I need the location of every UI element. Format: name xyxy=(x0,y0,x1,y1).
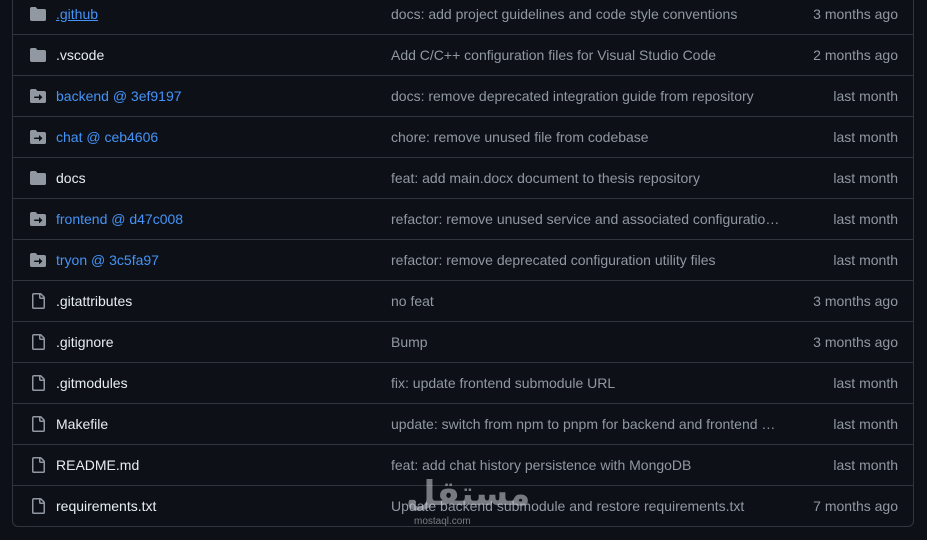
file-name-link[interactable]: .gitignore xyxy=(56,334,391,350)
file-row[interactable]: tryon @ 3c5fa97 refactor: remove deprecat… xyxy=(13,239,913,280)
file-icon xyxy=(30,457,46,473)
file-row[interactable]: Makefile update: switch from npm to pnpm … xyxy=(13,403,913,444)
commit-message-link[interactable]: Bump xyxy=(391,334,781,350)
file-row[interactable]: .gitattributes no feat 3 months ago xyxy=(13,280,913,321)
file-row[interactable]: backend @ 3ef9197 docs: remove deprecated… xyxy=(13,75,913,116)
file-name-link[interactable]: .gitmodules xyxy=(56,375,391,391)
commit-age: last month xyxy=(833,170,898,186)
file-name-link[interactable]: backend @ 3ef9197 xyxy=(56,88,391,104)
folder-icon xyxy=(30,47,46,63)
commit-age: last month xyxy=(833,457,898,473)
file-name-link[interactable]: Makefile xyxy=(56,416,391,432)
commit-age: last month xyxy=(833,211,898,227)
commit-message-link[interactable]: Update backend submodule and restore req… xyxy=(391,498,781,514)
file-name-link[interactable]: requirements.txt xyxy=(56,498,391,514)
file-name-link[interactable]: .github xyxy=(56,6,391,22)
submodule-folder-icon xyxy=(30,88,46,104)
commit-message-link[interactable]: fix: update frontend submodule URL xyxy=(391,375,781,391)
file-name-link[interactable]: docs xyxy=(56,170,391,186)
file-row[interactable]: .gitmodules fix: update frontend submodul… xyxy=(13,362,913,403)
file-name-link[interactable]: frontend @ d47c008 xyxy=(56,211,391,227)
submodule-folder-icon xyxy=(30,129,46,145)
commit-age: 3 months ago xyxy=(813,334,898,350)
file-row[interactable]: .gitignore Bump 3 months ago xyxy=(13,321,913,362)
file-list: .github docs: add project guidelines and … xyxy=(12,0,914,527)
commit-age: last month xyxy=(833,416,898,432)
file-row[interactable]: README.md feat: add chat history persiste… xyxy=(13,444,913,485)
file-row[interactable]: .github docs: add project guidelines and … xyxy=(13,0,913,34)
file-row[interactable]: requirements.txt Update backend submodule… xyxy=(13,485,913,526)
submodule-folder-icon xyxy=(30,252,46,268)
commit-message-link[interactable]: update: switch from npm to pnpm for back… xyxy=(391,416,781,432)
commit-age: last month xyxy=(833,129,898,145)
file-icon xyxy=(30,375,46,391)
file-name-link[interactable]: .gitattributes xyxy=(56,293,391,309)
commit-message-link[interactable]: Add C/C++ configuration files for Visual… xyxy=(391,47,781,63)
file-name-link[interactable]: chat @ ceb4606 xyxy=(56,129,391,145)
commit-message-link[interactable]: refactor: remove deprecated configuratio… xyxy=(391,252,781,268)
commit-age: 3 months ago xyxy=(813,293,898,309)
commit-age: last month xyxy=(833,375,898,391)
commit-message-link[interactable]: feat: add main.docx document to thesis r… xyxy=(391,170,781,186)
file-row[interactable]: frontend @ d47c008 refactor: remove unuse… xyxy=(13,198,913,239)
commit-message-link[interactable]: chore: remove unused file from codebase xyxy=(391,129,781,145)
file-row[interactable]: chat @ ceb4606 chore: remove unused file … xyxy=(13,116,913,157)
commit-age: last month xyxy=(833,88,898,104)
commit-message-link[interactable]: docs: remove deprecated integration guid… xyxy=(391,88,781,104)
commit-message-link[interactable]: refactor: remove unused service and asso… xyxy=(391,211,781,227)
file-icon xyxy=(30,416,46,432)
folder-icon xyxy=(30,6,46,22)
file-icon xyxy=(30,498,46,514)
commit-message-link[interactable]: feat: add chat history persistence with … xyxy=(391,457,781,473)
commit-age: 3 months ago xyxy=(813,6,898,22)
commit-age: 7 months ago xyxy=(813,498,898,514)
commit-age: 2 months ago xyxy=(813,47,898,63)
file-icon xyxy=(30,293,46,309)
submodule-folder-icon xyxy=(30,211,46,227)
file-row[interactable]: docs feat: add main.docx document to thes… xyxy=(13,157,913,198)
file-name-link[interactable]: README.md xyxy=(56,457,391,473)
folder-icon xyxy=(30,170,46,186)
file-row[interactable]: .vscode Add C/C++ configuration files for… xyxy=(13,34,913,75)
file-name-link[interactable]: tryon @ 3c5fa97 xyxy=(56,252,391,268)
file-icon xyxy=(30,334,46,350)
commit-message-link[interactable]: no feat xyxy=(391,293,781,309)
commit-age: last month xyxy=(833,252,898,268)
file-name-link[interactable]: .vscode xyxy=(56,47,391,63)
commit-message-link[interactable]: docs: add project guidelines and code st… xyxy=(391,6,781,22)
